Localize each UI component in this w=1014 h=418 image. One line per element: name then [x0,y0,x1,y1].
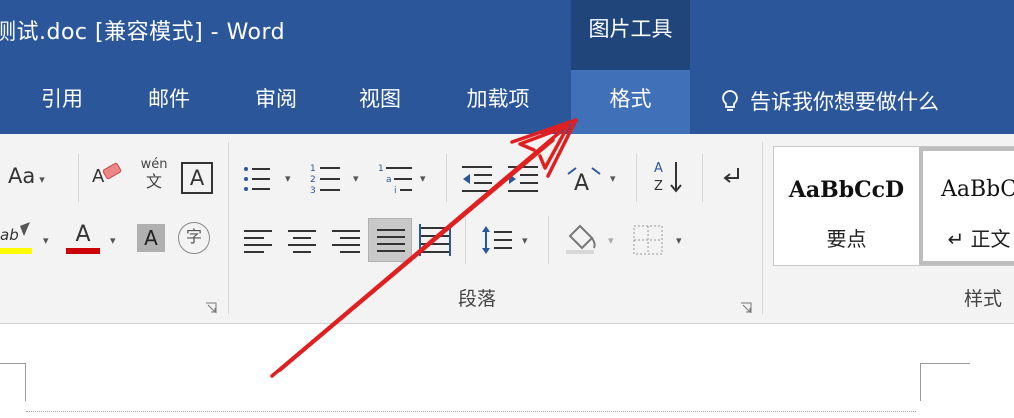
phonetic-bottom: 文 [145,172,162,191]
document-canvas[interactable] [0,325,1014,418]
separator [446,154,447,202]
dialog-launcher-icon[interactable] [205,302,217,314]
chevron-down-icon: ▾ [39,173,45,186]
shading-bucket-icon[interactable] [564,222,598,256]
style-preview: AaBbCcD [788,177,905,203]
borders-icon[interactable] [632,224,664,256]
separator [702,154,703,202]
phonetic-top: wén [140,157,168,172]
svg-text:2: 2 [310,175,316,185]
ribbon-tab-row: 引用 邮件 审阅 视图 加载项 格式 告诉我你想要做什么 [0,70,1014,134]
svg-text:i: i [394,186,397,194]
document-title: 测试.doc [兼容模式] - Word [0,20,286,45]
increase-indent-icon[interactable] [506,164,540,194]
change-case-button[interactable]: Aa ▾ [8,164,45,188]
align-left-icon[interactable] [242,228,274,254]
svg-text:Z: Z [654,179,663,194]
distributed-icon[interactable] [418,224,452,256]
style-preview: AaBbC [940,177,1014,202]
chevron-down-icon[interactable]: ▾ [676,234,682,247]
chevron-down-icon[interactable]: ▾ [522,234,528,247]
enclose-characters-button[interactable]: 字 [178,222,210,254]
tab-format[interactable]: 格式 [571,70,690,134]
svg-text:A: A [574,171,589,194]
svg-text:3: 3 [310,186,316,194]
ribbon-panel: Aa ▾ A wén 文 A ab ▾ A ▾ A 字 ▾ 1 2 3 ▾ 1 a [0,134,1014,324]
chevron-down-icon[interactable]: ▾ [353,172,359,185]
bullets-icon[interactable] [242,164,272,194]
svg-text:1: 1 [310,164,316,174]
tab-references[interactable]: 引用 [10,70,114,134]
font-color-label: A [75,222,91,247]
justify-button[interactable] [368,218,412,262]
styles-gallery: AaBbCcD 要点 AaBbC ↵ 正文 [773,146,1014,266]
group-separator [762,142,763,314]
character-border-button[interactable]: A [181,162,213,194]
styles-group-label: 样式 [964,288,1003,310]
lightbulb-icon [722,90,738,111]
style-name: 要点 [826,227,867,251]
chevron-down-icon[interactable]: ▾ [608,234,614,247]
svg-text:a: a [386,175,392,185]
chevron-down-icon[interactable]: ▾ [110,234,116,247]
character-shading-button[interactable]: A [137,224,165,252]
picture-tools-header: 图片工具 [571,0,690,70]
decrease-indent-icon[interactable] [460,164,494,194]
group-separator [228,142,229,314]
paragraph-group-label: 段落 [458,288,497,310]
clear-formatting-icon[interactable]: A [92,162,126,192]
text-direction-icon[interactable]: A [566,164,602,194]
chevron-down-icon[interactable]: ▾ [610,172,616,185]
sort-icon[interactable]: A Z [652,158,686,194]
highlighter-icon[interactable]: ab [0,222,40,256]
page-boundary [26,411,916,412]
numbering-icon[interactable]: 1 2 3 [310,162,342,194]
page-margin-corner [920,363,970,401]
line-spacing-icon[interactable] [480,224,514,256]
tab-addins[interactable]: 加载项 [440,70,556,134]
show-formatting-marks-icon[interactable] [720,166,744,190]
separator [465,216,466,264]
dialog-launcher-icon[interactable] [740,302,752,314]
align-right-icon[interactable] [330,228,362,254]
tab-view[interactable]: 视图 [328,70,432,134]
svg-text:A: A [654,161,663,176]
title-bar: 测试.doc [兼容模式] - Word 图片工具 [0,0,1014,70]
phonetic-guide-button[interactable]: wén 文 [137,158,171,192]
multilevel-list-icon[interactable]: 1 a i [378,162,414,194]
chevron-down-icon[interactable]: ▾ [420,172,426,185]
style-item-normal[interactable]: AaBbC ↵ 正文 [919,147,1014,265]
chevron-down-icon[interactable]: ▾ [285,172,291,185]
separator [636,154,637,202]
svg-text:A: A [92,166,105,187]
svg-text:ab: ab [0,226,19,244]
justify-icon [377,229,405,252]
tab-mailings[interactable]: 邮件 [117,70,221,134]
chevron-down-icon[interactable]: ▾ [43,234,49,247]
tab-review[interactable]: 审阅 [224,70,328,134]
tell-me-text: 告诉我你想要做什么 [750,90,939,114]
font-color-swatch [66,248,100,254]
tell-me-search[interactable]: 告诉我你想要做什么 [720,86,939,116]
svg-text:1: 1 [378,164,384,174]
separator [78,154,79,202]
style-name: ↵ 正文 [947,227,1011,251]
separator [548,216,549,264]
font-color-button[interactable]: A [66,222,100,254]
style-item-heading-point[interactable]: AaBbCcD 要点 [774,147,919,265]
page-margin-corner [0,363,26,401]
change-case-label: Aa [8,164,36,188]
align-center-icon[interactable] [286,228,318,254]
